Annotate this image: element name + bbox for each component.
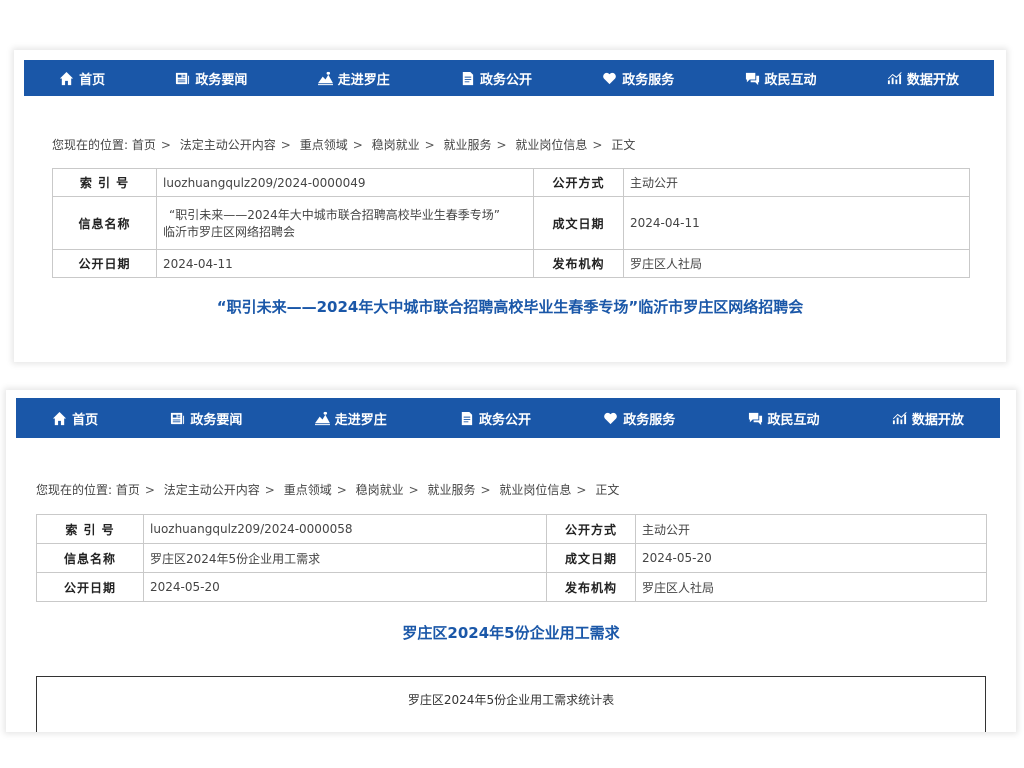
label-agency: 发布机构 [533, 249, 624, 278]
info-name-line2: 临沂市罗庄区网络招聘会 [163, 225, 296, 239]
nav-services[interactable]: 政务服务 [603, 409, 675, 428]
chat-icon [748, 412, 762, 425]
label-written-date: 成文日期 [546, 543, 636, 573]
breadcrumb-item[interactable]: 首页 [116, 483, 140, 497]
breadcrumb-item[interactable]: 就业服务 [444, 138, 492, 152]
value-method: 主动公开 [635, 514, 987, 544]
article-card-1: 首页 政务要闻 走进罗庄 政务公开 政务服务 政民互动 数据开放 您现在的位置:… [14, 50, 1006, 362]
label-index-no: 索 引 号 [52, 168, 157, 197]
label-written-date: 成文日期 [533, 196, 624, 250]
nav-label: 首页 [72, 412, 99, 428]
nav-label: 数据开放 [911, 412, 964, 428]
label-publish-date: 公开日期 [36, 572, 144, 602]
value-info-name: 罗庄区2024年5份企业用工需求 [143, 543, 547, 573]
chat-icon [745, 72, 759, 85]
nav-label: 政民互动 [764, 72, 817, 88]
breadcrumb-prefix: 您现在的位置: [52, 138, 129, 152]
label-info-name: 信息名称 [36, 543, 144, 573]
nav-about[interactable]: 走进罗庄 [317, 69, 390, 88]
breadcrumb-item[interactable]: 就业岗位信息 [515, 138, 587, 152]
breadcrumb-current: 正文 [611, 138, 636, 152]
breadcrumb-item[interactable]: 稳岗就业 [356, 483, 404, 497]
label-agency: 发布机构 [546, 572, 636, 602]
breadcrumb-prefix: 您现在的位置: [36, 483, 113, 497]
nav-label: 政务要闻 [190, 412, 243, 428]
main-nav: 首页 政务要闻 走进罗庄 政务公开 政务服务 政民互动 数据开放 [16, 398, 1000, 438]
value-method: 主动公开 [623, 168, 970, 197]
article-title: “职引未来——2024年大中城市联合招聘高校毕业生春季专场”临沂市罗庄区网络招聘… [216, 298, 804, 316]
breadcrumb-item[interactable]: 稳岗就业 [372, 138, 420, 152]
main-nav: 首页 政务要闻 走进罗庄 政务公开 政务服务 政民互动 数据开放 [24, 60, 994, 96]
chart-icon [892, 411, 907, 424]
breadcrumb-item[interactable]: 重点领域 [300, 138, 348, 152]
label-method: 公开方式 [546, 514, 636, 544]
label-index-no: 索 引 号 [36, 514, 144, 544]
value-index-no: luozhuangqulz209/2024-0000058 [143, 514, 547, 544]
nav-home[interactable]: 首页 [52, 409, 98, 428]
stats-table-title: 罗庄区2024年5份企业用工需求统计表 [407, 693, 615, 707]
nav-label: 政务公开 [479, 72, 532, 88]
document-icon [462, 71, 474, 85]
nav-label: 数据开放 [906, 72, 959, 88]
breadcrumb-item[interactable]: 就业岗位信息 [499, 483, 571, 497]
nav-label: 政务服务 [623, 412, 676, 428]
newspaper-icon [171, 412, 185, 424]
nav-interaction[interactable]: 政民互动 [748, 409, 820, 428]
breadcrumb: 您现在的位置: 首页 > 法定主动公开内容 > 重点领域 > 稳岗就业 > 就业服务 > … [36, 483, 620, 497]
metadata-table: 索 引 号 luozhuangqulz209/2024-0000049 公开方式… [52, 168, 970, 278]
nav-label: 政民互动 [767, 412, 820, 428]
nav-open-data[interactable]: 数据开放 [892, 409, 964, 428]
heart-icon [604, 412, 618, 424]
heart-icon [603, 72, 617, 84]
nav-label: 首页 [79, 72, 106, 88]
nav-services[interactable]: 政务服务 [602, 69, 674, 88]
newspaper-icon [176, 72, 190, 84]
nav-news[interactable]: 政务要闻 [175, 69, 247, 88]
nav-home[interactable]: 首页 [59, 69, 105, 88]
label-publish-date: 公开日期 [52, 249, 157, 278]
value-written-date: 2024-05-20 [635, 543, 987, 573]
breadcrumb-current: 正文 [595, 483, 620, 497]
nav-interaction[interactable]: 政民互动 [745, 69, 817, 88]
nav-label: 走进罗庄 [334, 412, 387, 428]
nav-news[interactable]: 政务要闻 [170, 409, 242, 428]
nav-label: 政务要闻 [195, 72, 248, 88]
value-publish-date: 2024-05-20 [143, 572, 547, 602]
info-name-line1: “职引未来——2024年大中城市联合招聘高校毕业生春季专场” [169, 208, 500, 222]
breadcrumb: 您现在的位置: 首页 > 法定主动公开内容 > 重点领域 > 稳岗就业 > 就业服务 > … [52, 138, 636, 152]
value-index-no: luozhuangqulz209/2024-0000049 [156, 168, 534, 197]
metadata-table: 索 引 号 luozhuangqulz209/2024-0000058 公开方式… [36, 514, 987, 602]
nav-label: 政务服务 [622, 72, 675, 88]
nav-about[interactable]: 走进罗庄 [314, 409, 387, 428]
home-icon [53, 411, 67, 425]
label-info-name: 信息名称 [52, 196, 157, 250]
breadcrumb-item[interactable]: 就业服务 [428, 483, 476, 497]
value-agency: 罗庄区人社局 [635, 572, 987, 602]
breadcrumb-item[interactable]: 法定主动公开内容 [180, 138, 276, 152]
nav-label: 走进罗庄 [337, 72, 390, 88]
label-method: 公开方式 [533, 168, 624, 197]
landscape-icon [317, 71, 333, 85]
article-title: 罗庄区2024年5份企业用工需求 [402, 624, 620, 642]
home-icon [60, 71, 74, 85]
article-card-2: 首页 政务要闻 走进罗庄 政务公开 政务服务 政民互动 数据开放 您现在的位置:… [6, 390, 1016, 732]
breadcrumb-item[interactable]: 重点领域 [284, 483, 332, 497]
nav-open-gov[interactable]: 政务公开 [459, 409, 531, 428]
chart-icon [887, 71, 902, 84]
nav-open-gov[interactable]: 政务公开 [460, 69, 532, 88]
nav-open-data[interactable]: 数据开放 [887, 69, 959, 88]
document-icon [461, 411, 473, 425]
value-publish-date: 2024-04-11 [156, 249, 534, 278]
landscape-icon [314, 411, 330, 425]
value-agency: 罗庄区人社局 [623, 249, 970, 278]
value-written-date: 2024-04-11 [623, 196, 970, 250]
breadcrumb-item[interactable]: 法定主动公开内容 [164, 483, 260, 497]
nav-label: 政务公开 [478, 412, 531, 428]
stats-table: 罗庄区2024年5份企业用工需求统计表 [36, 676, 986, 732]
breadcrumb-item[interactable]: 首页 [132, 138, 156, 152]
value-info-name: “职引未来——2024年大中城市联合招聘高校毕业生春季专场” 临沂市罗庄区网络招… [156, 196, 534, 250]
